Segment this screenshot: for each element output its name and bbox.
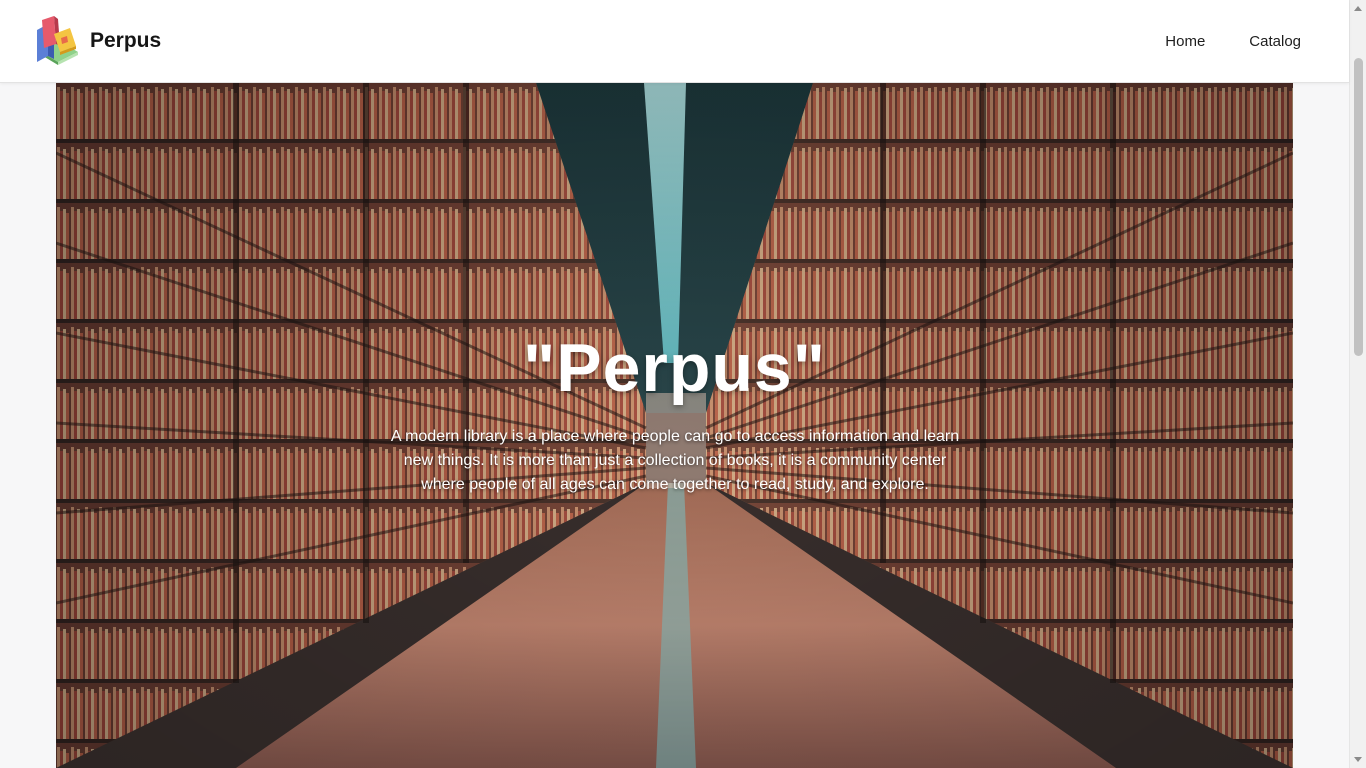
books-stack-icon — [37, 16, 78, 65]
brand-home-link[interactable]: Perpus — [34, 16, 161, 66]
page-scrollbar[interactable] — [1349, 0, 1366, 768]
nav-link-catalog[interactable]: Catalog — [1249, 33, 1301, 50]
hero-description: A modern library is a place where people… — [390, 428, 960, 493]
main-navigation: Home Catalog — [1165, 0, 1301, 82]
top-navbar: Perpus Home Catalog — [0, 0, 1349, 83]
scroll-up-arrow-icon[interactable] — [1354, 6, 1362, 11]
hero-title: "Perpus" — [522, 330, 826, 406]
scroll-thumb[interactable] — [1354, 58, 1363, 356]
brand-name: Perpus — [90, 29, 162, 52]
hero-banner: "Perpus" A modern library is a place whe… — [56, 83, 1293, 768]
nav-link-home[interactable]: Home — [1165, 33, 1205, 50]
scroll-down-arrow-icon[interactable] — [1354, 757, 1362, 762]
